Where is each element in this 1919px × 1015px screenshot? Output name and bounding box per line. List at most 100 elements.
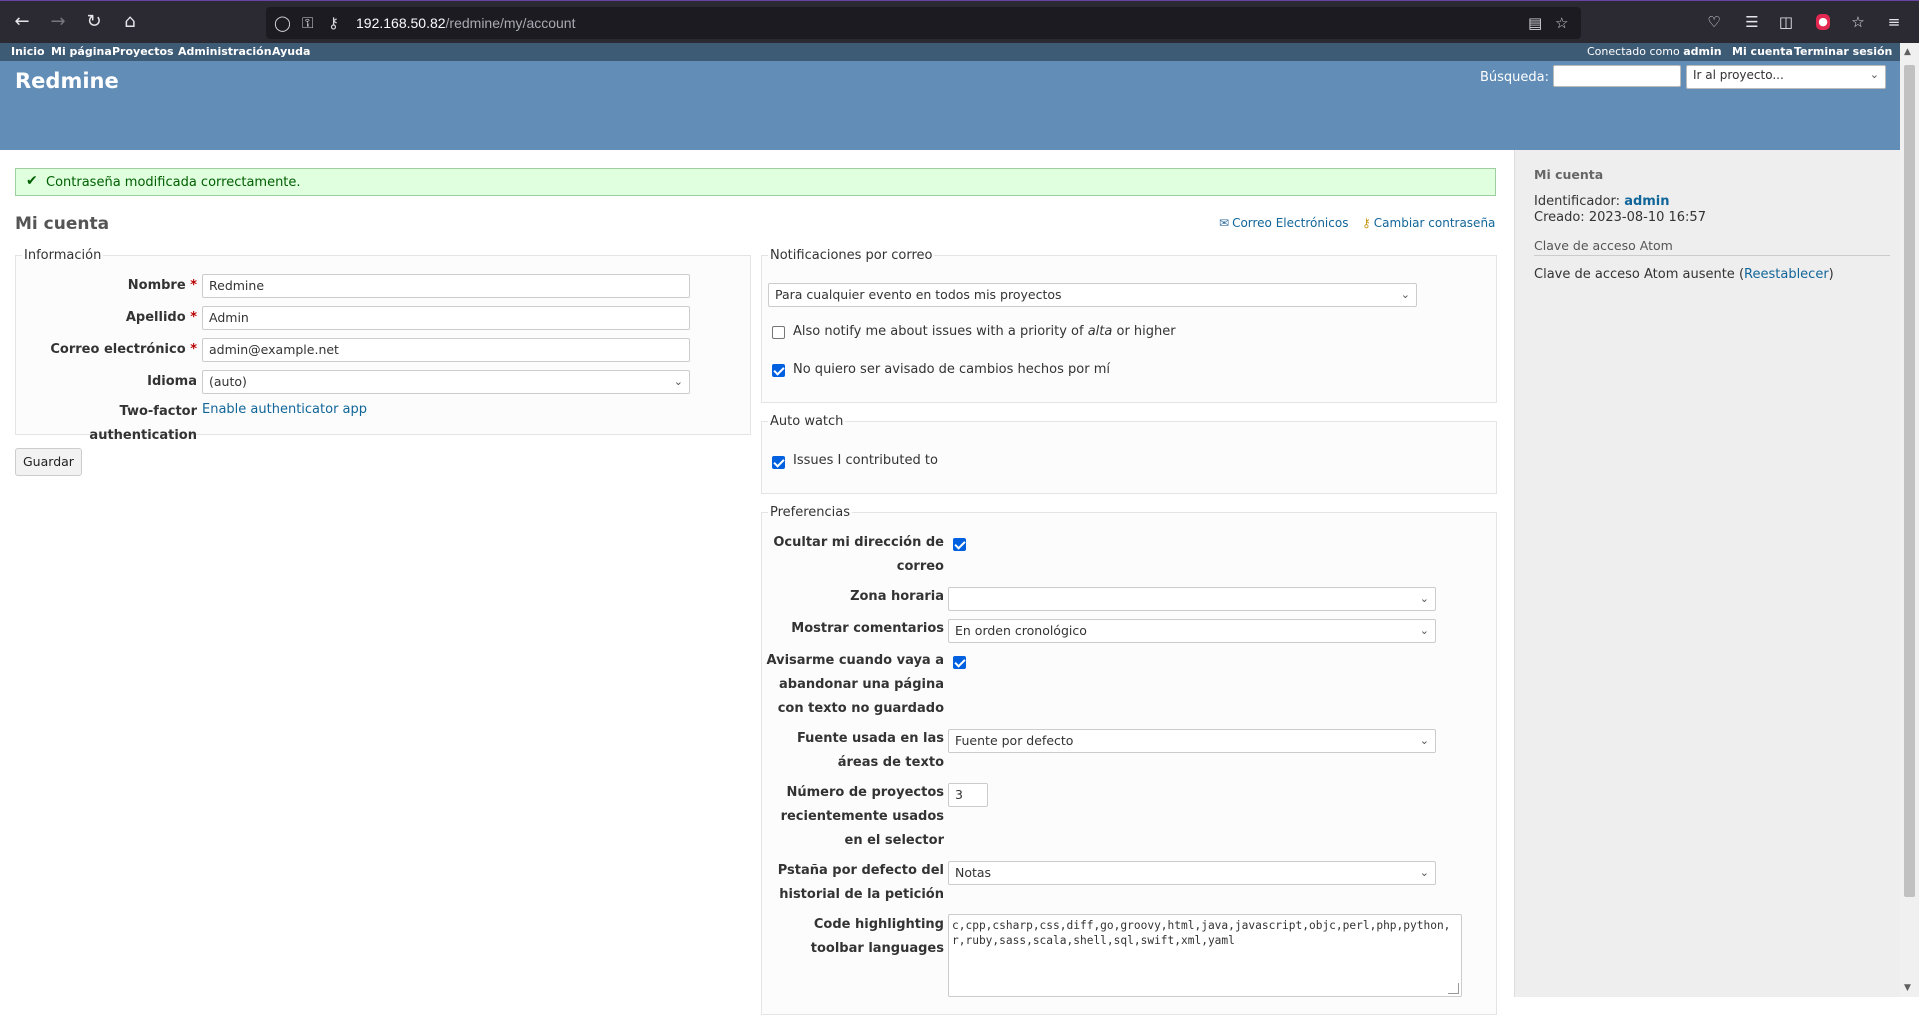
library-icon[interactable]: ☰: [1741, 11, 1763, 33]
sidebar-atom-heading: Clave de acceso Atom: [1534, 238, 1673, 253]
flash-message: Contraseña modificada correctamente.: [46, 175, 301, 190]
reader-view-icon[interactable]: ▤: [1528, 13, 1542, 33]
back-icon[interactable]: ←: [11, 11, 33, 33]
shield-icon[interactable]: ◯: [274, 13, 291, 33]
chevron-down-icon: ⌄: [1869, 68, 1879, 81]
home-icon[interactable]: ⌂: [119, 11, 141, 33]
page-title: Mi cuenta: [15, 214, 110, 234]
hide-mail-checkbox[interactable]: [953, 538, 966, 551]
toolbar-languages-label: Code highlighting toolbar languages: [810, 917, 944, 956]
notifications-legend: Notificaciones por correo: [770, 248, 933, 263]
lock-icon[interactable]: ⚿: [302, 13, 313, 33]
scrollbar-thumb[interactable]: [1904, 65, 1915, 897]
toolbar-languages-value: c,cpp,csharp,css,diff,go,groovy,html,jav…: [952, 919, 1451, 947]
chevron-down-icon: ⌄: [1419, 866, 1429, 879]
sidebar-login: Identificador: admin: [1534, 194, 1670, 209]
scroll-up-icon[interactable]: ▲: [1904, 47, 1911, 57]
top-menu-my-account[interactable]: Mi cuenta: [1732, 45, 1793, 58]
priority-text-before: Also notify me about issues with a prior…: [793, 324, 1088, 339]
recent-projects-label: Número de proyectos recientemente usados…: [780, 785, 944, 848]
sidebar-atom-text: Clave de acceso Atom ausente (Reestablec…: [1534, 267, 1834, 282]
email-addresses-link[interactable]: Correo Electrónicos: [1232, 216, 1348, 230]
key-icon: ⚷: [1362, 216, 1371, 230]
required-mark: *: [190, 278, 197, 293]
chevron-down-icon: ⌄: [1419, 734, 1429, 747]
auto-watch-text: Issues I contributed to: [793, 453, 938, 468]
scroll-down-icon[interactable]: ▼: [1904, 983, 1911, 993]
history-tab-value: Notas: [955, 865, 992, 880]
url-host: 192.168.50.82: [356, 15, 446, 31]
sidebar-created-value: 2023-08-10 16:57: [1588, 210, 1706, 225]
top-menu-inicio[interactable]: Inicio: [11, 45, 45, 58]
notification-value: Para cualquier evento en todos mis proye…: [775, 287, 1062, 302]
nombre-input[interactable]: Redmine: [202, 274, 690, 298]
history-tab-select[interactable]: Notas ⌄: [948, 861, 1436, 885]
apellido-input[interactable]: Admin: [202, 306, 690, 330]
logged-as-user[interactable]: admin: [1683, 45, 1721, 58]
hide-mail-label: Ocultar mi dirección de correo: [773, 535, 944, 574]
top-menu-proyectos[interactable]: Proyectos: [112, 45, 174, 58]
idioma-value: (auto): [209, 374, 247, 389]
project-jump-select[interactable]: Ir al proyecto... ⌄: [1686, 65, 1886, 89]
priority-value: alta: [1087, 324, 1113, 339]
enable-authenticator-link[interactable]: Enable authenticator app: [202, 402, 367, 417]
top-menu-logout[interactable]: Terminar sesión: [1794, 45, 1892, 58]
email-icon: ✉: [1219, 216, 1230, 230]
url-path: /redmine/my/account: [445, 15, 576, 31]
atom-reset-link[interactable]: Reestablecer: [1744, 267, 1829, 282]
chevron-down-icon: ⌄: [673, 375, 683, 388]
sidebar-toggle-icon[interactable]: ◫: [1775, 11, 1797, 33]
chevron-down-icon: ⌄: [1400, 288, 1410, 301]
textarea-font-select[interactable]: Fuente por defecto ⌄: [948, 729, 1436, 753]
notification-select[interactable]: Para cualquier evento en todos mis proye…: [768, 283, 1417, 307]
priority-checkbox[interactable]: [772, 326, 785, 339]
twofa-label: Two-factor authentication: [89, 404, 197, 443]
nombre-label-text: Nombre: [127, 278, 186, 293]
url-bar[interactable]: ◯ ⚿ ⚷ 192.168.50.82/redmine/my/account ▤…: [266, 7, 1581, 39]
site-title[interactable]: Redmine: [15, 69, 119, 93]
sidebar-atom-text-value: Clave de acceso Atom ausente: [1534, 267, 1735, 282]
correo-label: Correo electrónico *: [22, 338, 197, 362]
sidebar-created-label: Creado:: [1534, 210, 1585, 225]
apellido-label: Apellido *: [22, 306, 197, 330]
recent-projects-input[interactable]: 3: [948, 783, 988, 807]
search-input[interactable]: [1553, 65, 1681, 87]
email-addresses-link-wrap: ✉ Correo Electrónicos: [1219, 216, 1348, 230]
top-menu-administracion[interactable]: Administración: [178, 45, 272, 58]
bookmark-star-icon[interactable]: ☆: [1555, 13, 1568, 33]
timezone-select[interactable]: ⌄: [948, 587, 1436, 611]
sidebar: Mi cuenta Identificador: admin Creado: 2…: [1514, 150, 1900, 997]
priority-text: Also notify me about issues with a prior…: [793, 324, 1176, 339]
logged-as-prefix: Conectado como: [1587, 45, 1680, 58]
key-icon[interactable]: ⚷: [328, 13, 339, 33]
correo-label-text: Correo electrónico: [50, 342, 186, 357]
sidebar-divider: [1534, 255, 1890, 256]
change-password-link[interactable]: Cambiar contraseña: [1374, 216, 1496, 230]
forward-icon[interactable]: →: [47, 11, 69, 33]
extensions-icon[interactable]: ☆: [1847, 11, 1869, 33]
page-scrollbar[interactable]: ▲ ▼: [1900, 43, 1919, 997]
apellido-label-text: Apellido: [125, 310, 186, 325]
warn-unsaved-checkbox[interactable]: [953, 656, 966, 669]
idioma-select[interactable]: (auto) ⌄: [202, 370, 690, 394]
top-menu-ayuda[interactable]: Ayuda: [272, 45, 310, 58]
reload-icon[interactable]: ↻: [83, 11, 105, 33]
correo-input[interactable]: admin@example.net: [202, 338, 690, 362]
top-menu-mi-pagina[interactable]: Mi página: [51, 45, 112, 58]
save-button[interactable]: Guardar: [15, 448, 82, 476]
header: Redmine Búsqueda: Ir al proyecto... ⌄: [0, 61, 1900, 150]
textarea-font-label: Fuente usada en las áreas de texto: [796, 731, 944, 770]
toolbar-languages-textarea[interactable]: c,cpp,csharp,css,diff,go,groovy,html,jav…: [948, 914, 1462, 997]
auto-watch-checkbox[interactable]: [772, 456, 785, 469]
chevron-down-icon: ⌄: [1419, 624, 1429, 637]
extension-badge-icon[interactable]: ●: [1816, 14, 1830, 30]
resize-grip-icon[interactable]: [1448, 983, 1459, 994]
sidebar-login-link[interactable]: admin: [1624, 194, 1669, 209]
no-self-notified-checkbox[interactable]: [772, 364, 785, 377]
comments-order-select[interactable]: En orden cronológico ⌄: [948, 619, 1436, 643]
pocket-icon[interactable]: ♡: [1703, 11, 1725, 33]
priority-text-after: or higher: [1112, 324, 1176, 339]
comments-order-label: Mostrar comentarios: [791, 621, 944, 636]
menu-icon[interactable]: ≡: [1883, 11, 1905, 33]
required-mark: *: [190, 342, 197, 357]
